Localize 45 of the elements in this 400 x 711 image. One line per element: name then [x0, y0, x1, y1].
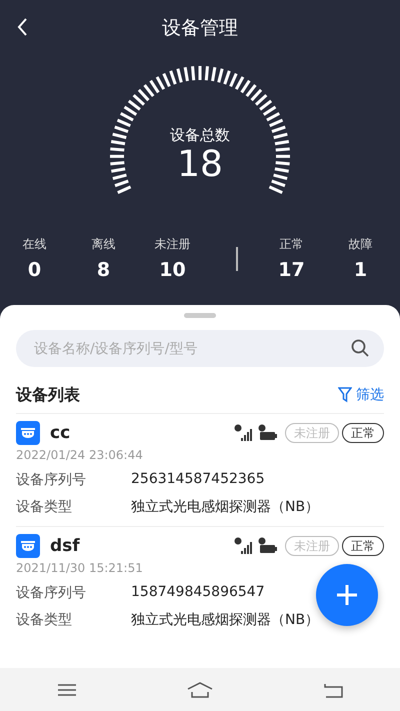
field-value: 158749845896547: [131, 584, 265, 602]
status-tag: 正常: [342, 423, 384, 443]
search-field[interactable]: 设备名称/设备序列号/型号: [16, 330, 384, 367]
stat-label: 故障: [348, 236, 372, 253]
signal-alert-icon: [234, 537, 254, 555]
device-icon: [16, 534, 40, 558]
field-value: 独立式光电感烟探测器（NB）: [131, 498, 320, 516]
home-icon[interactable]: [186, 680, 213, 700]
field-label: 设备类型: [16, 498, 73, 516]
device-name: cc: [50, 423, 72, 443]
battery-alert-icon: [258, 424, 278, 442]
field-value: 独立式光电感烟探测器（NB）: [131, 611, 320, 629]
device-time: 2022/01/24 23:06:44: [16, 448, 144, 462]
stat-label: 离线: [92, 236, 116, 253]
stat-label: 未注册: [154, 236, 190, 253]
status-tag: 未注册: [285, 536, 339, 556]
add-button[interactable]: [316, 564, 378, 626]
field-label: 设备类型: [16, 611, 73, 629]
device-card[interactable]: cc 未注册 正常 2022/01/24 23:06:44 设备序列号 256314587452365 设备类型 独立式光电感烟探测器（NB）: [16, 413, 384, 526]
stat-value: 10: [159, 259, 186, 281]
field-value: 256314587452365: [131, 471, 265, 489]
search-icon[interactable]: [350, 338, 370, 358]
plus-icon: [335, 583, 359, 607]
field-label: 设备序列号: [16, 471, 87, 489]
status-tag: 未注册: [285, 423, 339, 443]
field-label: 设备序列号: [16, 584, 87, 602]
stat-value: 1: [354, 259, 368, 281]
list-title: 设备列表: [16, 384, 80, 406]
stat-label: 正常: [280, 236, 304, 253]
signal-alert-icon: [234, 424, 254, 442]
filter-button[interactable]: 筛选: [338, 386, 384, 404]
stat-value: 8: [96, 259, 110, 281]
drag-handle[interactable]: [184, 313, 216, 318]
gauge-value: 18: [177, 145, 223, 185]
stat-value: 17: [278, 259, 305, 281]
device-name: dsf: [50, 536, 81, 556]
device-icon: [16, 421, 40, 445]
gauge-label: 设备总数: [170, 126, 230, 145]
battery-alert-icon: [258, 537, 278, 555]
device-time: 2021/11/30 15:21:51: [16, 561, 144, 575]
filter-icon: [338, 387, 352, 403]
stat-label: 在线: [22, 236, 46, 253]
page-title: 设备管理: [162, 16, 238, 41]
status-tag: 正常: [342, 536, 384, 556]
stat-value: 0: [28, 259, 42, 281]
